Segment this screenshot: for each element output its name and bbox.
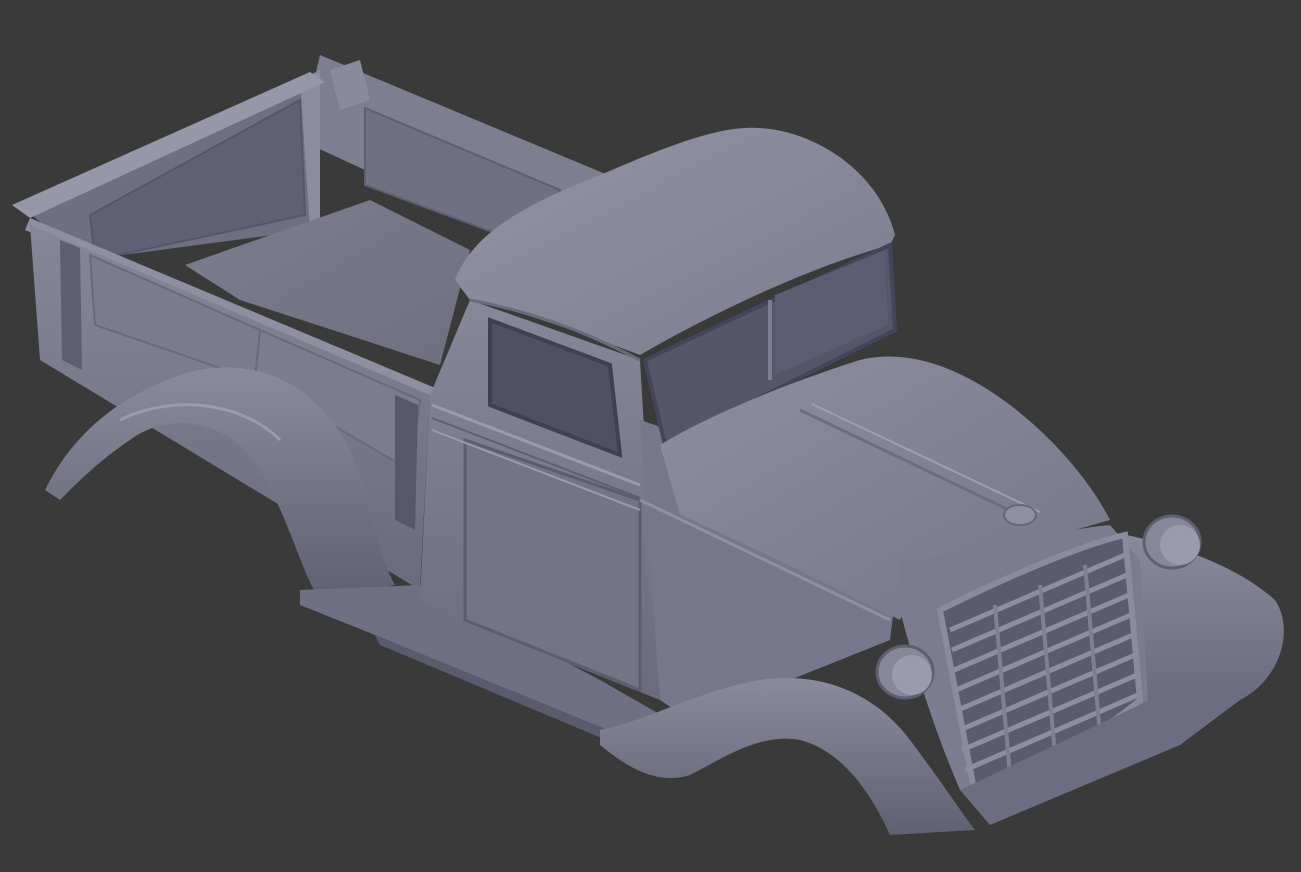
truck-model-render — [12, 55, 1284, 835]
3d-viewport[interactable] — [0, 0, 1301, 872]
